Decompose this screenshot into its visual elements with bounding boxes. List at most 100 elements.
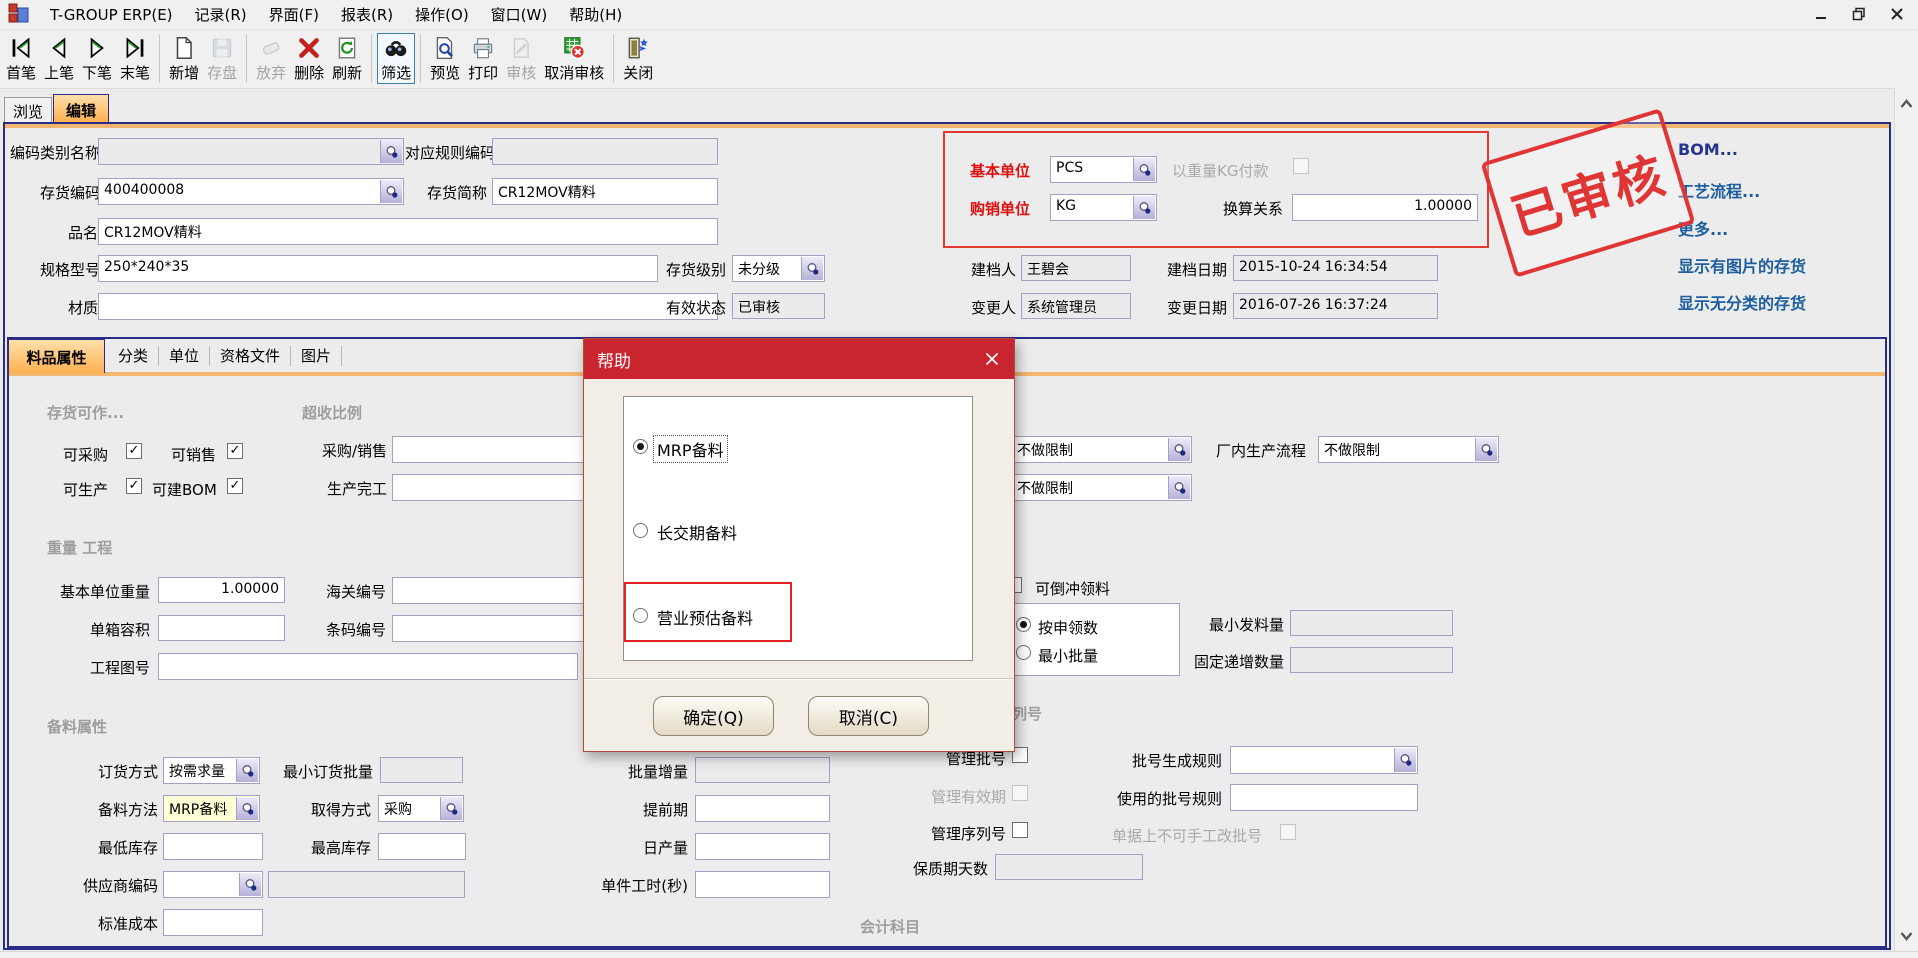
link-show-with-image[interactable]: 显示有图片的存货 [1678,253,1806,277]
lookup-icon[interactable] [1168,476,1190,499]
sellable-checkbox[interactable] [227,443,243,459]
lookup-icon[interactable] [236,759,258,782]
order-mode-field[interactable]: 按需求量 [163,757,260,784]
scroll-down-icon[interactable] [1899,928,1914,946]
conversion-field[interactable]: 1.00000 [1292,194,1478,221]
acquire-mode-field[interactable]: 采购 [378,795,464,822]
min-stock-field[interactable] [163,833,263,860]
trade-unit-field[interactable]: KG [1050,194,1157,221]
restore-icon[interactable] [1846,2,1872,26]
inv-code-field[interactable]: 400400008 [98,178,404,205]
batch-rule-field[interactable] [1230,746,1418,774]
lookup-icon[interactable] [239,873,261,896]
issue-min-batch-radio[interactable] [1016,645,1031,660]
supplier-field[interactable] [163,871,263,898]
lookup-icon[interactable] [1133,196,1155,219]
filter-button[interactable]: 筛选 [377,33,415,84]
restriction-field-2[interactable]: 不做限制 [1011,474,1192,501]
unit-time-field[interactable] [695,871,830,898]
factory-flow-field[interactable]: 不做限制 [1318,436,1499,463]
prod-name-field[interactable]: CR12MOV精料 [98,218,718,245]
purchasable-checkbox[interactable] [126,443,142,459]
bomable-checkbox[interactable] [227,478,243,494]
box-volume-field[interactable] [158,615,285,641]
subtab-classification[interactable]: 分类 [108,346,159,366]
lookup-icon[interactable] [1168,438,1190,461]
daily-output-field[interactable] [695,833,830,860]
menu-item-interface[interactable]: 界面(F) [258,1,330,28]
issue-by-request-radio[interactable] [1016,617,1031,632]
producible-checkbox[interactable] [126,478,142,494]
tab-browse[interactable]: 浏览 [4,97,52,122]
next-record-button[interactable]: 下笔 [78,33,116,84]
max-stock-field[interactable] [378,833,466,860]
subtab-item-attributes[interactable]: 料品属性 [8,339,105,373]
dialog-close-icon[interactable] [980,347,1004,371]
refresh-button[interactable]: 刷新 [328,33,366,84]
inv-level-field[interactable]: 未分级 [732,255,825,282]
lookup-icon[interactable] [380,140,402,163]
option-long-leadtime-radio[interactable] [633,523,648,538]
inv-name-field[interactable]: CR12MOV精料 [492,178,718,205]
ok-button[interactable]: 确定(Q) [653,696,774,736]
lead-time-field[interactable] [695,795,830,822]
delete-button[interactable]: 删除 [290,33,328,84]
close-icon[interactable] [1884,2,1910,26]
option-long-leadtime-label[interactable]: 长交期备料 [657,520,737,544]
manage-serial-checkbox[interactable] [1012,822,1028,838]
subtab-qualification-files[interactable]: 资格文件 [210,346,291,366]
lookup-icon[interactable] [1394,748,1416,772]
subtab-unit[interactable]: 单位 [159,346,210,366]
cancel-button[interactable]: 取消(C) [808,696,929,736]
customs-field[interactable] [392,577,597,604]
option-mrp-label[interactable]: MRP备料 [654,436,727,462]
discard-icon [258,35,284,65]
std-cost-field[interactable] [163,909,263,936]
help-dialog-titlebar[interactable]: 帮助 [584,339,1014,379]
last-record-button[interactable]: 末笔 [116,33,154,84]
barcode-field[interactable] [392,615,597,642]
cancel-audit-button[interactable]: 取消审核 [540,33,608,84]
menu-item-app[interactable]: T-GROUP ERP(E) [39,3,184,27]
close-form-button[interactable]: 关闭 [619,33,657,84]
lookup-icon[interactable] [236,797,258,820]
lookup-icon[interactable] [1133,158,1155,181]
preview-button[interactable]: 预览 [426,33,464,84]
spec-field[interactable]: 250*240*35 [98,255,658,282]
menu-item-report[interactable]: 报表(R) [330,1,404,28]
link-bom[interactable]: BOM... [1678,140,1738,159]
first-record-button[interactable]: 首笔 [2,33,40,84]
toolbar-separator [613,34,614,83]
used-rule-field[interactable] [1230,784,1418,811]
link-process-flow[interactable]: 工艺流程... [1678,178,1760,202]
menu-item-record[interactable]: 记录(R) [184,1,258,28]
minimize-icon[interactable] [1808,2,1834,26]
lookup-icon[interactable] [801,257,823,280]
scroll-up-icon[interactable] [1899,96,1914,114]
vertical-scrollbar[interactable] [1894,88,1918,951]
menu-item-window[interactable]: 窗口(W) [480,1,559,28]
menu-item-help[interactable]: 帮助(H) [558,1,633,28]
lookup-icon[interactable] [1475,438,1497,461]
code-category-field[interactable] [98,138,404,165]
prep-method-field[interactable]: MRP备料 [163,795,260,822]
lookup-icon[interactable] [440,797,462,820]
subtab-images[interactable]: 图片 [291,346,342,366]
base-weight-field[interactable]: 1.00000 [158,577,285,603]
rule-code-field[interactable] [492,138,718,165]
new-record-button[interactable]: 新增 [165,33,203,84]
link-show-unclassified[interactable]: 显示无分类的存货 [1678,290,1806,314]
manage-serial-label: 管理序列号 [922,823,1006,844]
tab-edit[interactable]: 编辑 [53,94,109,122]
material-field[interactable] [98,293,718,320]
drawing-field[interactable] [158,653,578,680]
menu-item-operation[interactable]: 操作(O) [404,1,480,28]
lookup-icon[interactable] [380,180,402,203]
prev-record-button[interactable]: 上笔 [40,33,78,84]
used-rule-label: 使用的批号规则 [1110,788,1222,809]
print-button[interactable]: 打印 [464,33,502,84]
base-unit-field[interactable]: PCS [1050,156,1157,183]
option-mrp-radio[interactable] [633,439,648,454]
restriction-field-1[interactable]: 不做限制 [1011,436,1192,463]
horizontal-scrollbar[interactable] [0,951,1918,958]
